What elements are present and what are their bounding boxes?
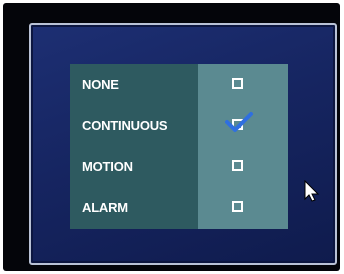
option-label-none: NONE xyxy=(82,77,119,92)
option-row-continuous[interactable]: CONTINUOUS xyxy=(70,105,288,146)
option-row-none[interactable]: NONE xyxy=(70,64,288,105)
option-row-alarm[interactable]: ALARM xyxy=(70,187,288,228)
option-label-continuous: CONTINUOUS xyxy=(82,118,168,133)
checkbox-alarm[interactable] xyxy=(232,201,243,212)
mouse-pointer-icon xyxy=(304,180,320,202)
option-label-motion: MOTION xyxy=(82,159,133,174)
option-label-alarm: ALARM xyxy=(82,200,128,215)
checkbox-motion[interactable] xyxy=(232,160,243,171)
record-mode-panel: NONE CONTINUOUS MOTION ALARM xyxy=(70,64,288,229)
option-row-motion[interactable]: MOTION xyxy=(70,146,288,187)
check-icon xyxy=(225,112,253,132)
checkbox-none[interactable] xyxy=(232,78,243,89)
